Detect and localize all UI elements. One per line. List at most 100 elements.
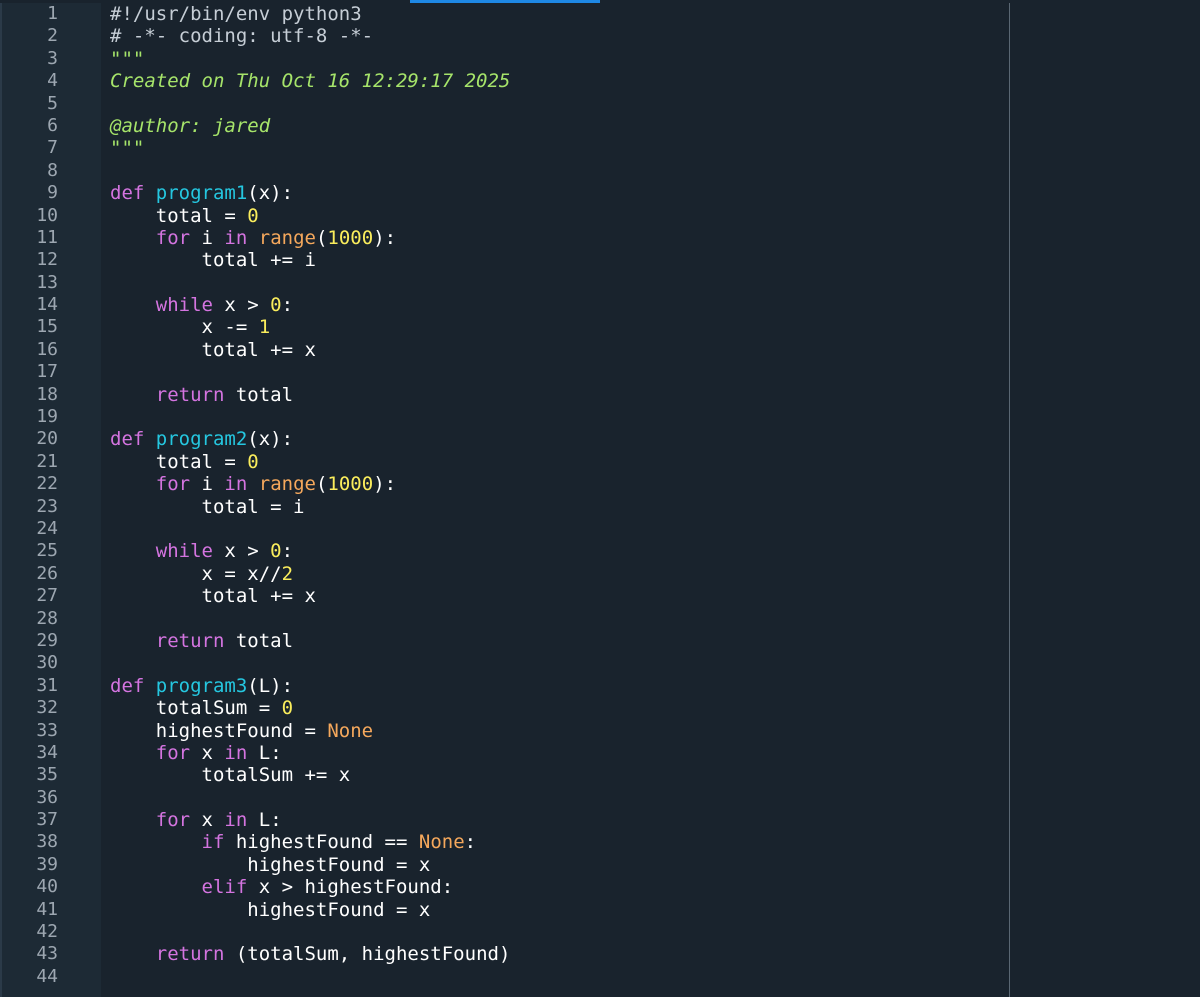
code-text-area[interactable]: #!/usr/bin/env python3 # -*- coding: utf-…: [110, 3, 1000, 997]
code-line[interactable]: return total: [110, 630, 1000, 652]
line-number: 15: [36, 316, 58, 338]
code-token-keyword: for: [155, 473, 191, 496]
code-token-plain: highestFound ==: [224, 831, 419, 854]
code-line[interactable]: #!/usr/bin/env python3: [110, 3, 1000, 25]
edge-line-ruler: [1009, 3, 1010, 997]
code-line[interactable]: Created on Thu Oct 16 12:29:17 2025: [110, 70, 1000, 92]
code-line[interactable]: [110, 652, 1000, 674]
code-line[interactable]: [110, 406, 1000, 428]
code-token-plain: x: [190, 741, 225, 764]
line-number: 32: [36, 697, 58, 719]
code-token-funcname: program1: [155, 182, 248, 205]
code-line[interactable]: x = x//2: [110, 563, 1000, 585]
code-line[interactable]: def program1(x):: [110, 182, 1000, 204]
code-line[interactable]: for x in L:: [110, 809, 1000, 831]
line-number: 18: [36, 383, 58, 405]
line-number: 19: [36, 406, 58, 428]
code-token-keyword: in: [224, 741, 248, 764]
code-token-plain: highestFound = x: [110, 853, 431, 876]
code-token-plain: (: [315, 473, 328, 496]
code-line[interactable]: [110, 93, 1000, 115]
code-line[interactable]: for i in range(1000):: [110, 473, 1000, 495]
code-token-builtin: range: [258, 226, 316, 249]
line-number: 29: [36, 629, 58, 651]
line-number: 16: [36, 338, 58, 360]
code-line[interactable]: [110, 272, 1000, 294]
code-token-plain: total = i: [110, 495, 305, 518]
code-token-const: None: [418, 831, 465, 854]
code-token-keyword: elif: [201, 876, 248, 899]
code-line[interactable]: total = 0: [110, 205, 1000, 227]
code-line[interactable]: # -*- coding: utf-8 -*-: [110, 25, 1000, 47]
code-token-plain: x = x//: [110, 562, 282, 585]
line-number: 30: [36, 652, 58, 674]
line-number: 21: [36, 450, 58, 472]
code-token-keyword: in: [224, 226, 248, 249]
code-line[interactable]: for i in range(1000):: [110, 227, 1000, 249]
code-token-plain: i: [190, 226, 225, 249]
code-token-plain: (L):: [247, 674, 294, 697]
code-line[interactable]: def program2(x):: [110, 428, 1000, 450]
code-line[interactable]: [110, 921, 1000, 943]
code-token-plain: L:: [247, 741, 282, 764]
code-token-keyword: def: [110, 674, 156, 697]
code-token-number: 1000: [327, 226, 374, 249]
code-token-number: 0: [247, 450, 259, 473]
code-line[interactable]: while x > 0:: [110, 294, 1000, 316]
code-line[interactable]: totalSum += x: [110, 764, 1000, 786]
code-token-funcname: program3: [155, 674, 248, 697]
code-line[interactable]: """: [110, 137, 1000, 159]
code-line[interactable]: def program3(L):: [110, 675, 1000, 697]
code-line[interactable]: [110, 160, 1000, 182]
code-line[interactable]: [110, 966, 1000, 988]
line-number: 37: [36, 809, 58, 831]
code-token-plain: x >: [212, 294, 271, 317]
code-line[interactable]: highestFound = x: [110, 854, 1000, 876]
line-number: 3: [47, 47, 58, 69]
code-token-plain: ):: [373, 226, 397, 249]
code-token-plain: highestFound =: [110, 719, 328, 742]
code-line[interactable]: highestFound = None: [110, 720, 1000, 742]
code-token-number: 0: [247, 204, 259, 227]
code-line[interactable]: if highestFound == None:: [110, 831, 1000, 853]
code-token-plain: (totalSum, highestFound): [224, 943, 511, 966]
code-editor[interactable]: 1 2 3 4 5 6 7 8 9 10 11 12 13 14 15 16 17 18 19 20 21 22 23 24 2…: [0, 0, 1200, 997]
code-token-plain: ):: [373, 473, 397, 496]
code-line[interactable]: x -= 1: [110, 316, 1000, 338]
code-line[interactable]: total = 0: [110, 451, 1000, 473]
code-line[interactable]: totalSum = 0: [110, 697, 1000, 719]
code-line[interactable]: return total: [110, 384, 1000, 406]
line-number: 25: [36, 540, 58, 562]
line-number: 6: [47, 114, 58, 136]
code-line[interactable]: total += x: [110, 585, 1000, 607]
code-token-number: 1000: [327, 473, 374, 496]
line-number: 22: [36, 473, 58, 495]
code-line[interactable]: """: [110, 48, 1000, 70]
line-number: 11: [36, 226, 58, 248]
line-number: 26: [36, 562, 58, 584]
code-line[interactable]: total += i: [110, 249, 1000, 271]
code-line[interactable]: return (totalSum, highestFound): [110, 943, 1000, 965]
line-number: 41: [36, 898, 58, 920]
code-token-keyword: in: [224, 809, 248, 832]
code-line[interactable]: [110, 608, 1000, 630]
code-token-keyword: while: [155, 540, 213, 563]
code-line[interactable]: total += x: [110, 339, 1000, 361]
code-token-plain: highestFound = x: [110, 898, 431, 921]
code-line[interactable]: [110, 518, 1000, 540]
line-number: 7: [47, 137, 58, 159]
code-line[interactable]: highestFound = x: [110, 899, 1000, 921]
code-line[interactable]: total = i: [110, 496, 1000, 518]
code-line[interactable]: [110, 787, 1000, 809]
code-line[interactable]: elif x > highestFound:: [110, 876, 1000, 898]
code-line[interactable]: for x in L:: [110, 742, 1000, 764]
code-line[interactable]: while x > 0:: [110, 540, 1000, 562]
code-line[interactable]: [110, 361, 1000, 383]
line-number: 1: [47, 3, 58, 24]
code-line[interactable]: @author: jared: [110, 115, 1000, 137]
